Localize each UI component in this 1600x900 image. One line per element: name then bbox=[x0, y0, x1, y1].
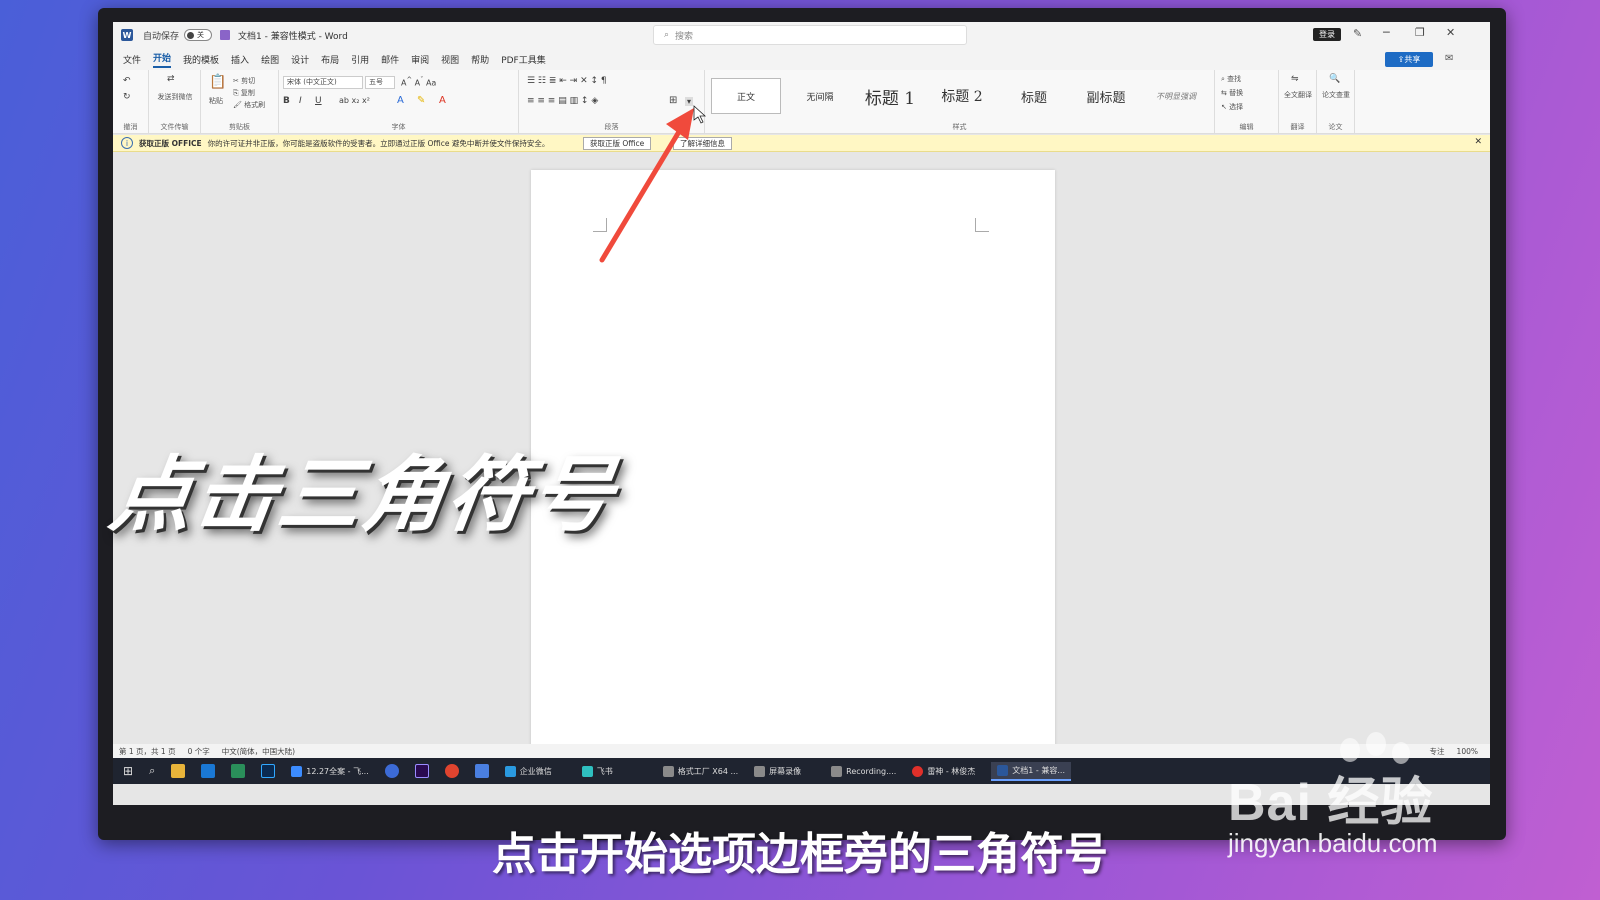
watermark-paw-toe-icon bbox=[1366, 732, 1386, 756]
watermark-paw-icon bbox=[1340, 738, 1360, 762]
video-subtitle: 点击开始选项边框旁的三角符号 bbox=[492, 829, 1108, 880]
tutorial-caption: 点击三角符号 bbox=[104, 448, 622, 543]
mouse-cursor-icon bbox=[693, 105, 707, 124]
arrow-shaft bbox=[599, 127, 683, 263]
arrow-head-icon bbox=[666, 108, 694, 140]
